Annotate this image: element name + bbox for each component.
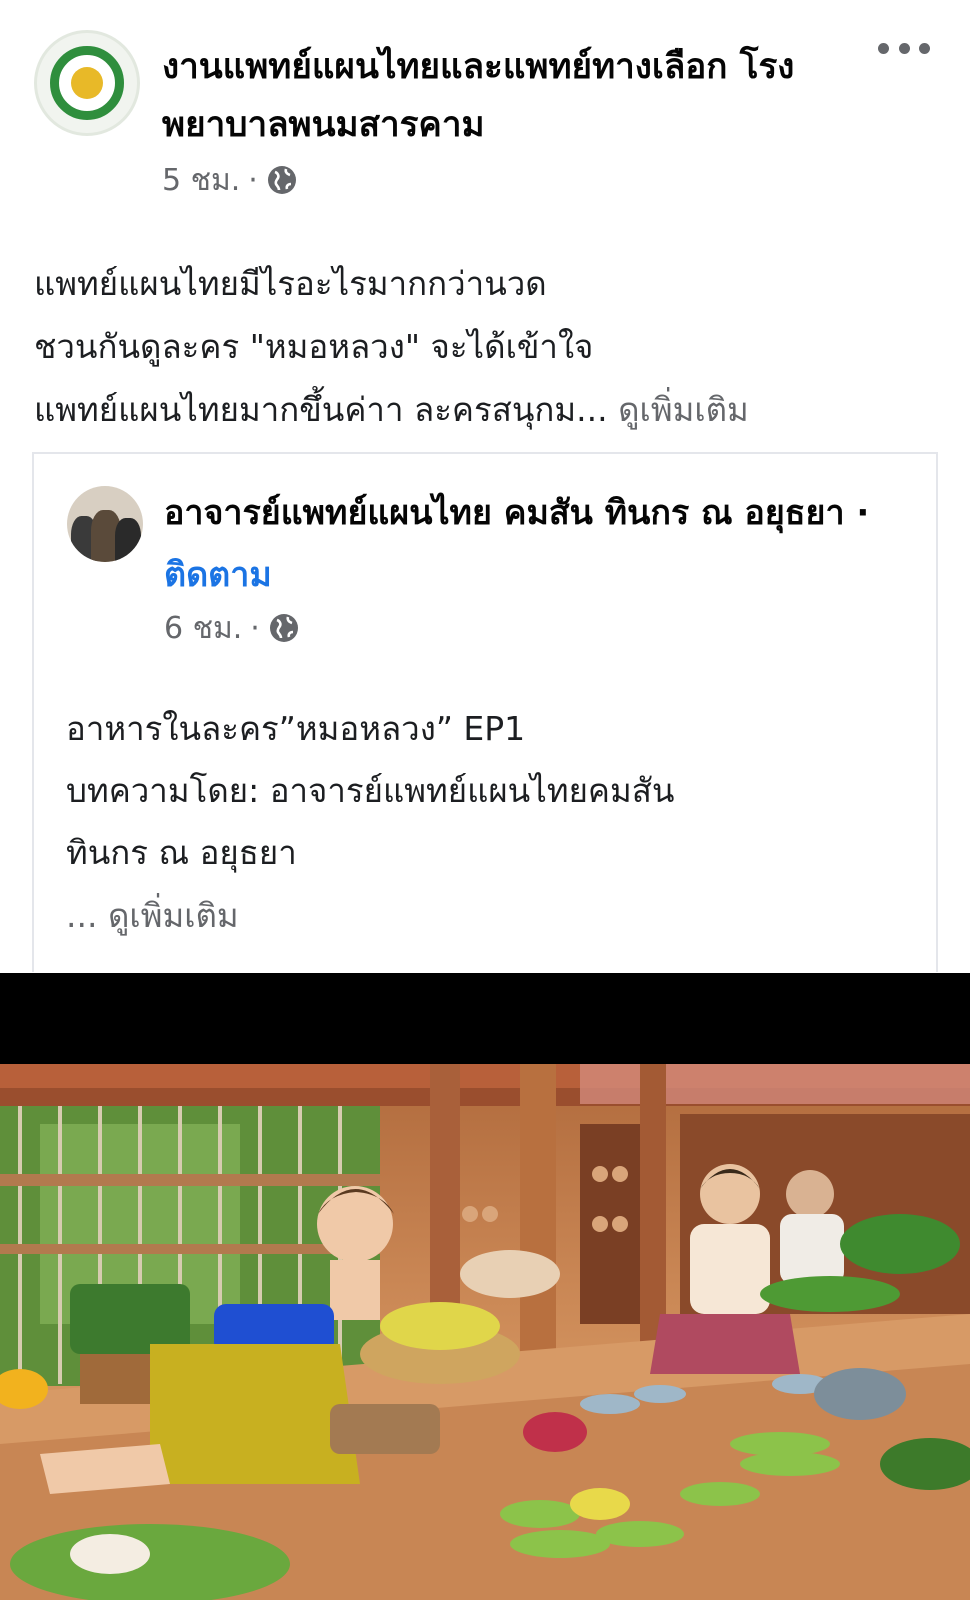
see-more-link[interactable]: ดูเพิ่มเติม (618, 390, 749, 429)
shared-text-line: บทความโดย: อาจารย์แพทย์แผนไทยคมสัน (66, 771, 675, 810)
shared-time[interactable]: 6 ชม. (164, 605, 242, 652)
post-time[interactable]: 5 ชม. (162, 157, 240, 204)
post-text-line-last: แพทย์แผนไทยมากขึ้นค่าา ละครสนุกม... ดูเพ… (34, 378, 934, 441)
name-separator: · (856, 493, 870, 533)
video-letterbox (0, 973, 970, 1064)
see-more-link[interactable]: ดูเพิ่มเติม (108, 896, 239, 935)
post-meta: 5 ชม. · (162, 160, 298, 200)
more-options-icon[interactable] (878, 36, 930, 60)
post-text-line: แพทย์แผนไทยมากขึ้นค่าา ละครสนุกม... (34, 390, 608, 429)
post-header: งานแพทย์แผนไทยและแพทย์ทางเลือก โรงพยาบาล… (0, 0, 970, 210)
page-avatar[interactable] (34, 30, 140, 136)
shared-meta: 6 ชม. · (164, 608, 300, 648)
post-text-line: แพทย์แผนไทยมีไรอะไรมากกว่านวด (34, 264, 547, 303)
globe-icon (269, 614, 298, 642)
page-name[interactable]: งานแพทย์แผนไทยและแพทย์ทางเลือก โรงพยาบาล… (162, 38, 822, 154)
post-text: แพทย์แผนไทยมีไรอะไรมากกว่านวด ชวนกันดูละ… (34, 252, 934, 441)
shared-post-card[interactable]: อาจารย์แพทย์แผนไทย คมสัน ทินกร ณ อยุธยา … (32, 452, 938, 972)
shared-text-line: อาหารในละคร”หมอหลวง” EP1 (66, 709, 526, 748)
author-name[interactable]: อาจารย์แพทย์แผนไทย คมสัน ทินกร ณ อยุธยา (164, 493, 845, 533)
meta-separator: · (250, 610, 260, 646)
logo-ring (50, 46, 124, 120)
logo-emblem (71, 67, 103, 99)
author-avatar[interactable] (67, 486, 143, 562)
shared-text-line: ทินกร ณ อยุธยา (66, 833, 297, 872)
follow-button[interactable]: ติดตาม (164, 555, 272, 595)
author-name-line: อาจารย์แพทย์แผนไทย คมสัน ทินกร ณ อยุธยา … (164, 482, 884, 606)
meta-separator: · (248, 162, 258, 198)
post-text-line: ชวนกันดูละคร "หมอหลวง" จะได้เข้าใจ (34, 327, 594, 366)
video-thumbnail[interactable] (0, 1064, 970, 1600)
scene-illustration (0, 1064, 970, 1600)
globe-icon (267, 166, 296, 194)
shared-see-more[interactable]: ... ดูเพิ่มเติม (66, 886, 239, 946)
ellipsis: ... (66, 896, 98, 935)
shared-text: อาหารในละคร”หมอหลวง” EP1 บทความโดย: อาจา… (66, 698, 906, 884)
